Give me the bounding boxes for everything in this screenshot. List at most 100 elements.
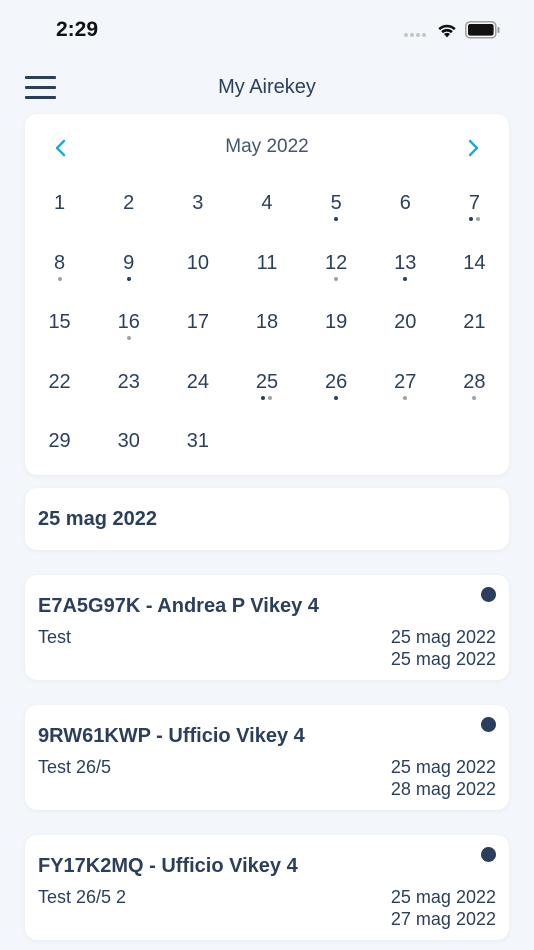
calendar-day[interactable]: 3	[163, 174, 232, 234]
calendar-day[interactable]: 31	[163, 412, 232, 472]
event-dots	[25, 276, 94, 281]
event-dots	[440, 217, 509, 221]
event-dot	[126, 276, 131, 281]
status-indicator	[481, 717, 496, 732]
calendar-day[interactable]: 1	[25, 174, 94, 234]
calendar-day[interactable]: 20	[371, 293, 440, 353]
event-dot	[468, 217, 473, 221]
calendar-day-number: 7	[468, 192, 480, 214]
calendar-day[interactable]: 5	[302, 174, 371, 234]
event-dots	[440, 395, 509, 400]
calendar-day[interactable]: 16	[94, 293, 163, 353]
calendar-day[interactable]: 23	[94, 353, 163, 413]
key-description: Test 26/5	[38, 757, 112, 777]
event-dots	[371, 395, 440, 400]
calendar-day[interactable]: 4	[232, 174, 301, 234]
key-description: Test 26/5 2	[38, 887, 127, 907]
calendar-day-number: 29	[48, 430, 71, 452]
event-dots	[232, 395, 301, 400]
calendar-day[interactable]: 24	[163, 353, 232, 413]
calendar-day[interactable]: 11	[232, 234, 301, 294]
calendar-empty-cell	[302, 412, 371, 472]
calendar-grid: 1 2 3 4 5 6 7 8 9 10 11 12 13 14 15 16 17 18 19 20 21 22 23 24 2…	[25, 174, 509, 472]
calendar-day-number: 22	[48, 370, 71, 393]
calendar-day[interactable]: 7	[440, 174, 509, 234]
key-card[interactable]: E7A5G97K - Andrea P Vikey 4 Test 25 mag …	[25, 575, 509, 680]
key-card[interactable]: FY17K2MQ - Ufficio Vikey 4 Test 26/5 2 2…	[25, 835, 509, 940]
calendar-empty-cell	[440, 412, 509, 472]
calendar-day[interactable]: 29	[25, 412, 94, 472]
calendar-month-label: May 2022	[225, 136, 309, 157]
calendar-day-number: 1	[54, 192, 66, 214]
battery-icon	[465, 21, 500, 39]
calendar-day[interactable]: 6	[371, 174, 440, 234]
calendar-day[interactable]: 22	[25, 353, 94, 413]
status-bar: 2:29	[0, 0, 534, 60]
calendar-week-row: 15 16 17 18 19 20 21	[25, 293, 509, 353]
calendar-day[interactable]: 26	[302, 353, 371, 413]
calendar-day-number: 12	[325, 251, 348, 274]
calendar-day-number: 27	[394, 370, 417, 393]
calendar-day[interactable]: 10	[163, 234, 232, 294]
calendar-day-number: 11	[256, 251, 278, 274]
event-dots	[302, 395, 371, 400]
calendar-day-number: 10	[186, 251, 209, 274]
key-card[interactable]: 9RW61KWP - Ufficio Vikey 4 Test 26/5 25 …	[25, 705, 509, 810]
calendar-day-number: 2	[123, 192, 135, 214]
calendar-week-row: 22 23 24 25 26 27 28	[25, 353, 509, 413]
selected-date-label: 25 mag 2022	[38, 508, 157, 530]
calendar-day[interactable]: 9	[94, 234, 163, 294]
calendar-day-number: 13	[394, 251, 417, 274]
key-end-date: 28 mag 2022	[390, 779, 496, 799]
key-dates: 25 mag 2022 27 mag 2022	[391, 886, 496, 930]
event-dots	[371, 276, 440, 281]
calendar-day-number: 17	[186, 311, 209, 333]
calendar-day[interactable]: 27	[371, 353, 440, 413]
key-dates: 25 mag 2022 25 mag 2022	[391, 626, 496, 670]
key-title: E7A5G97K - Andrea P Vikey 4	[38, 595, 319, 617]
calendar-day-number: 21	[463, 311, 486, 333]
calendar-day-number: 24	[186, 370, 209, 393]
calendar-day[interactable]: 21	[440, 293, 509, 353]
calendar-day-number: 31	[186, 430, 209, 452]
calendar-day[interactable]: 17	[163, 293, 232, 353]
event-dot	[334, 395, 339, 400]
calendar-day-number: 19	[325, 311, 348, 333]
calendar-empty-cell	[232, 412, 301, 472]
calendar-day[interactable]: 14	[440, 234, 509, 294]
calendar-empty-cell	[371, 412, 440, 472]
calendar-day[interactable]: 28	[440, 353, 509, 413]
calendar-day-number: 4	[261, 192, 273, 214]
key-description: Test	[38, 627, 72, 647]
calendar-day-number: 5	[330, 192, 342, 214]
event-dots	[302, 217, 371, 221]
event-dot	[57, 276, 62, 281]
event-dot	[475, 217, 480, 221]
calendar-day-number: 8	[54, 251, 66, 274]
calendar-day[interactable]: 25	[232, 353, 301, 413]
calendar-day-number: 26	[325, 370, 348, 393]
calendar-day-number: 15	[48, 311, 71, 333]
event-dot	[403, 276, 408, 281]
calendar-day[interactable]: 12	[302, 234, 371, 294]
calendar: May 2022 1 2 3 4 5 6 7 8 9 10 11 12 13 14 15 16 17 18 19 20…	[25, 114, 509, 475]
calendar-week-row: 1 2 3 4 5 6 7	[25, 174, 509, 234]
calendar-day[interactable]: 18	[232, 293, 301, 353]
key-end-date: 27 mag 2022	[390, 909, 496, 929]
calendar-day[interactable]: 8	[25, 234, 94, 294]
calendar-day-number: 9	[123, 251, 135, 274]
event-dots	[302, 276, 371, 281]
key-start-date: 25 mag 2022	[390, 887, 496, 907]
event-dot	[403, 395, 408, 400]
chevron-right-icon[interactable]	[461, 136, 485, 160]
event-dots	[94, 276, 163, 281]
selected-date-card: 25 mag 2022	[25, 488, 509, 550]
calendar-day[interactable]: 2	[94, 174, 163, 234]
calendar-day[interactable]: 13	[371, 234, 440, 294]
calendar-day[interactable]: 30	[94, 412, 163, 472]
calendar-day[interactable]: 19	[302, 293, 371, 353]
calendar-day-number: 18	[255, 311, 279, 333]
calendar-day[interactable]: 15	[25, 293, 94, 353]
page-title: My Airekey	[218, 76, 316, 98]
event-dot	[334, 217, 339, 221]
